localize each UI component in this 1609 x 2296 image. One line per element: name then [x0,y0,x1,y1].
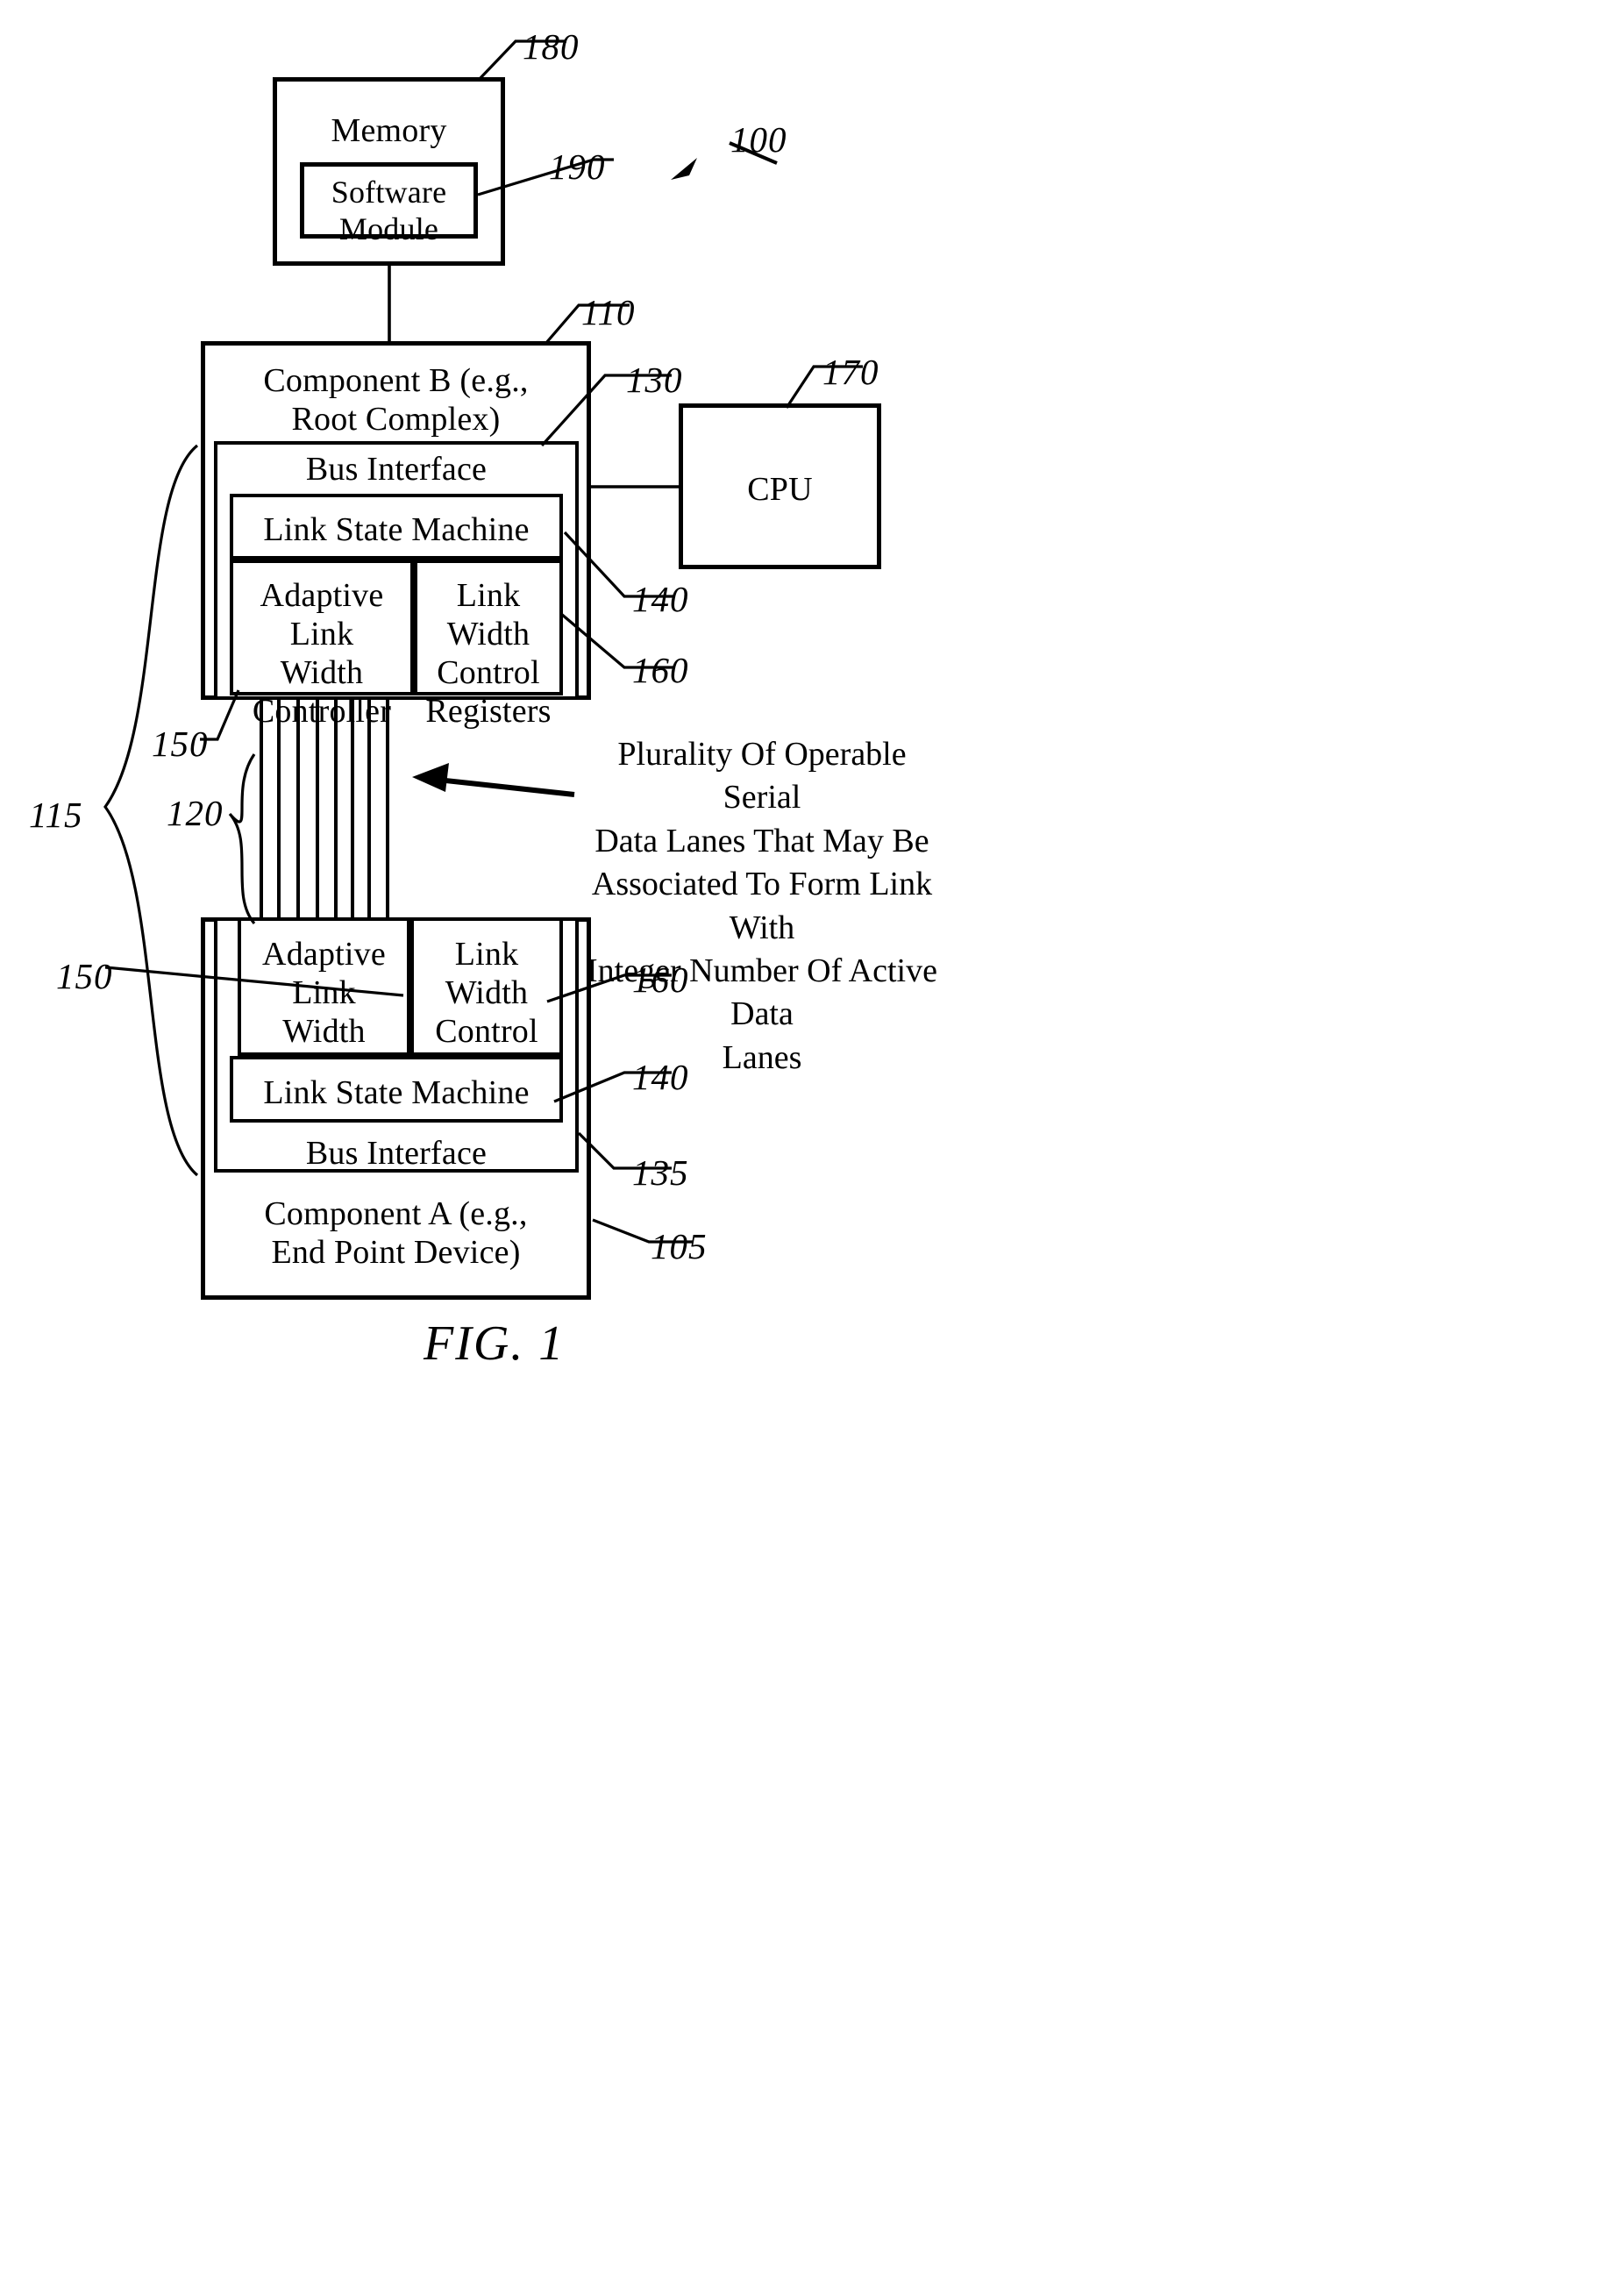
ref-130: 130 [626,360,683,400]
component-b-label: Component B (e.g., Root Complex) [263,362,529,439]
cpu-label: CPU [747,471,813,508]
ref-160-top: 160 [632,650,689,690]
serial-data-lane [316,697,319,921]
serial-data-lane [386,697,389,921]
figure-caption: FIG. 1 [424,1316,566,1371]
component-b-bus-interface-label: Bus Interface [305,451,488,488]
annotation-arrow-shaft [429,776,575,797]
brace-120 [228,753,256,925]
ref-150-bottom: 150 [56,956,113,996]
ref-190: 190 [549,146,606,187]
ref-140-top: 140 [632,579,689,619]
annotation-arrow-head [412,763,449,792]
ref-110: 110 [581,292,636,332]
software-module-label: Software Module [331,175,447,246]
component-b-link-state-machine-label: Link State Machine [263,511,530,548]
leader-100-arrow-head [671,158,697,180]
ref-100: 100 [730,119,787,160]
serial-lanes-annotation: Plurality Of Operable Serial Data Lanes … [587,736,937,1076]
component-a-label: Component A (e.g., End Point Device) [264,1195,528,1272]
ref-180: 180 [523,26,580,67]
ref-105: 105 [651,1226,708,1266]
ref-150-top: 150 [152,724,209,764]
ref-170: 170 [822,352,879,392]
memory-label: Memory [331,112,447,149]
serial-data-lane [296,697,300,921]
ref-140-bottom: 140 [632,1057,689,1097]
patent-figure-page: Memory Software Module Component B (e.g.… [0,0,1609,2296]
serial-data-lane [277,697,281,921]
serial-data-lane [367,697,371,921]
serial-data-lane [334,697,338,921]
ref-160-bottom: 160 [632,959,689,1000]
ref-115: 115 [29,795,83,835]
ref-120: 120 [167,793,224,833]
serial-data-lane [351,697,354,921]
component-a-link-state-machine-label: Link State Machine [263,1074,530,1111]
component-b-link-width-control-registers-label: Link Width Control Registers [425,577,552,731]
ref-135: 135 [632,1152,689,1193]
serial-data-lane [260,697,263,921]
component-a-bus-interface-label: Bus Interface [305,1135,488,1172]
